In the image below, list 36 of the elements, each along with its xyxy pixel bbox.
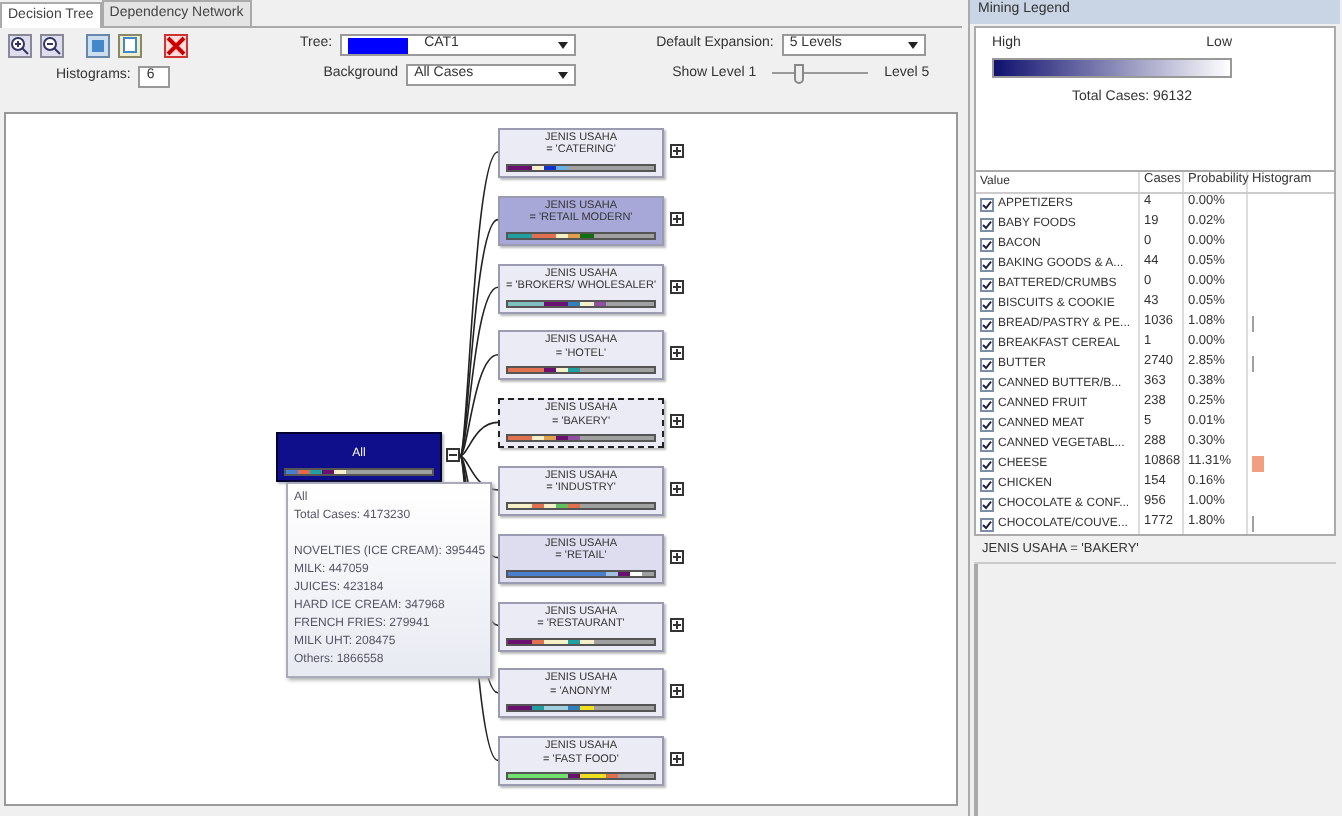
zoom-in-icon[interactable] [8, 34, 32, 58]
caret-icon [558, 71, 569, 79]
checkbox[interactable] [980, 497, 994, 511]
caret-icon [907, 41, 918, 49]
expand-toggle-icon[interactable] [670, 617, 684, 632]
checkbox[interactable] [980, 377, 994, 391]
expand-toggle-icon[interactable] [670, 684, 684, 699]
checkbox[interactable] [980, 257, 994, 271]
checkbox[interactable] [980, 477, 994, 491]
expand-toggle-icon[interactable] [670, 482, 684, 496]
caret-icon [558, 41, 569, 49]
checkbox[interactable] [980, 397, 994, 411]
checkbox[interactable] [980, 197, 994, 211]
expand-toggle-icon[interactable] [670, 414, 684, 429]
checkbox[interactable] [980, 277, 994, 291]
collapse-toggle-icon[interactable] [446, 448, 460, 462]
checkbox[interactable] [980, 297, 994, 311]
zoom-out-icon[interactable] [40, 34, 64, 58]
expand-toggle-icon[interactable] [670, 752, 684, 767]
checkbox[interactable] [980, 237, 994, 251]
checkbox[interactable] [980, 437, 994, 451]
checkbox[interactable] [980, 357, 994, 371]
expand-toggle-icon[interactable] [670, 346, 684, 361]
slider-thumb[interactable] [793, 64, 804, 84]
tree-color-swatch [348, 37, 409, 53]
checkbox[interactable] [980, 517, 994, 531]
checkbox[interactable] [980, 217, 994, 231]
checkbox[interactable] [980, 417, 994, 431]
expand-toggle-icon[interactable] [670, 279, 684, 294]
expand-toggle-icon[interactable] [670, 211, 684, 226]
expand-toggle-icon[interactable] [670, 144, 684, 158]
checkbox[interactable] [980, 337, 994, 351]
checkbox[interactable] [980, 317, 994, 331]
checkbox[interactable] [980, 457, 994, 471]
expand-toggle-icon[interactable] [670, 549, 684, 564]
level-slider[interactable] [772, 64, 869, 84]
